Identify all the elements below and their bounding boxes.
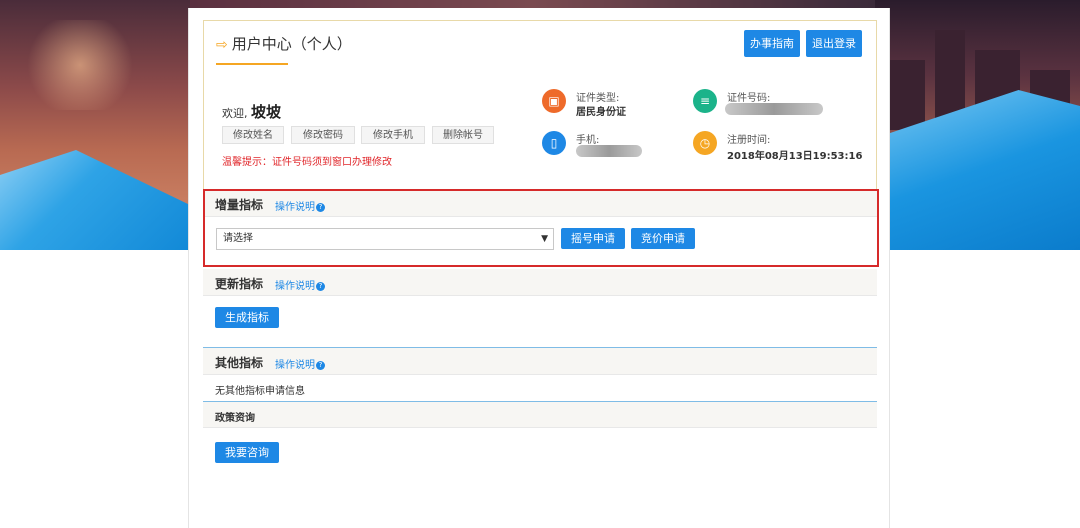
warning-tip: 温馨提示：证件号码须到窗口办理修改: [222, 157, 392, 168]
phone-label: 手机:: [576, 135, 600, 146]
page-title: ⇨ 用户中心（个人）: [216, 35, 352, 53]
reg-time-label: 注册时间:: [727, 135, 771, 146]
guide-button[interactable]: 办事指南: [744, 30, 800, 57]
id-number-label: 证件号码:: [727, 93, 771, 104]
update-title: 更新指标: [215, 277, 264, 291]
logout-button[interactable]: 退出登录: [806, 30, 862, 57]
user-center-box: ⇨ 用户中心（个人） 办事指南 退出登录 欢迎, 坡坡 修改姓名 修改密码 修改手…: [203, 20, 877, 195]
highlight-box: [203, 189, 879, 267]
update-section-header: 更新指标 操作说明?: [203, 269, 877, 296]
phone-icon: ▯: [542, 131, 566, 155]
edit-name-button[interactable]: 修改姓名: [222, 126, 284, 144]
edit-phone-button[interactable]: 修改手机: [361, 126, 425, 144]
other-empty-text: 无其他指标申请信息: [215, 386, 305, 397]
id-number-icon: ≡: [693, 89, 717, 113]
id-type-value: 居民身份证: [576, 107, 626, 118]
reg-time-value: 2018年08月13日19:53:16: [727, 151, 863, 162]
welcome-text: 欢迎, 坡坡: [222, 103, 282, 121]
arrow-right-icon: ⇨: [216, 37, 228, 53]
other-title: 其他指标: [215, 356, 264, 370]
edit-password-button[interactable]: 修改密码: [291, 126, 355, 144]
background-top-strip: [190, 0, 875, 8]
id-card-icon: ▣: [542, 89, 566, 113]
phone-value-redacted: [576, 145, 642, 157]
update-help-link[interactable]: 操作说明?: [275, 277, 325, 292]
id-number-redacted: [725, 103, 823, 115]
question-icon: ?: [316, 360, 325, 370]
generate-indicator-button[interactable]: 生成指标: [215, 307, 279, 328]
policy-title: 政策资询: [215, 413, 255, 424]
id-type-label: 证件类型:: [576, 93, 620, 104]
policy-section-header: 政策资询: [203, 402, 877, 428]
user-name: 坡坡: [251, 103, 282, 121]
consult-button[interactable]: 我要咨询: [215, 442, 279, 463]
other-section-header: 其他指标 操作说明?: [203, 348, 877, 375]
other-help-link[interactable]: 操作说明?: [275, 356, 325, 371]
title-underline: [216, 63, 288, 65]
question-icon: ?: [316, 281, 325, 291]
main-panel: ⇨ 用户中心（个人） 办事指南 退出登录 欢迎, 坡坡 修改姓名 修改密码 修改手…: [188, 8, 890, 528]
clock-icon: ◷: [693, 131, 717, 155]
delete-account-button[interactable]: 删除帐号: [432, 126, 494, 144]
